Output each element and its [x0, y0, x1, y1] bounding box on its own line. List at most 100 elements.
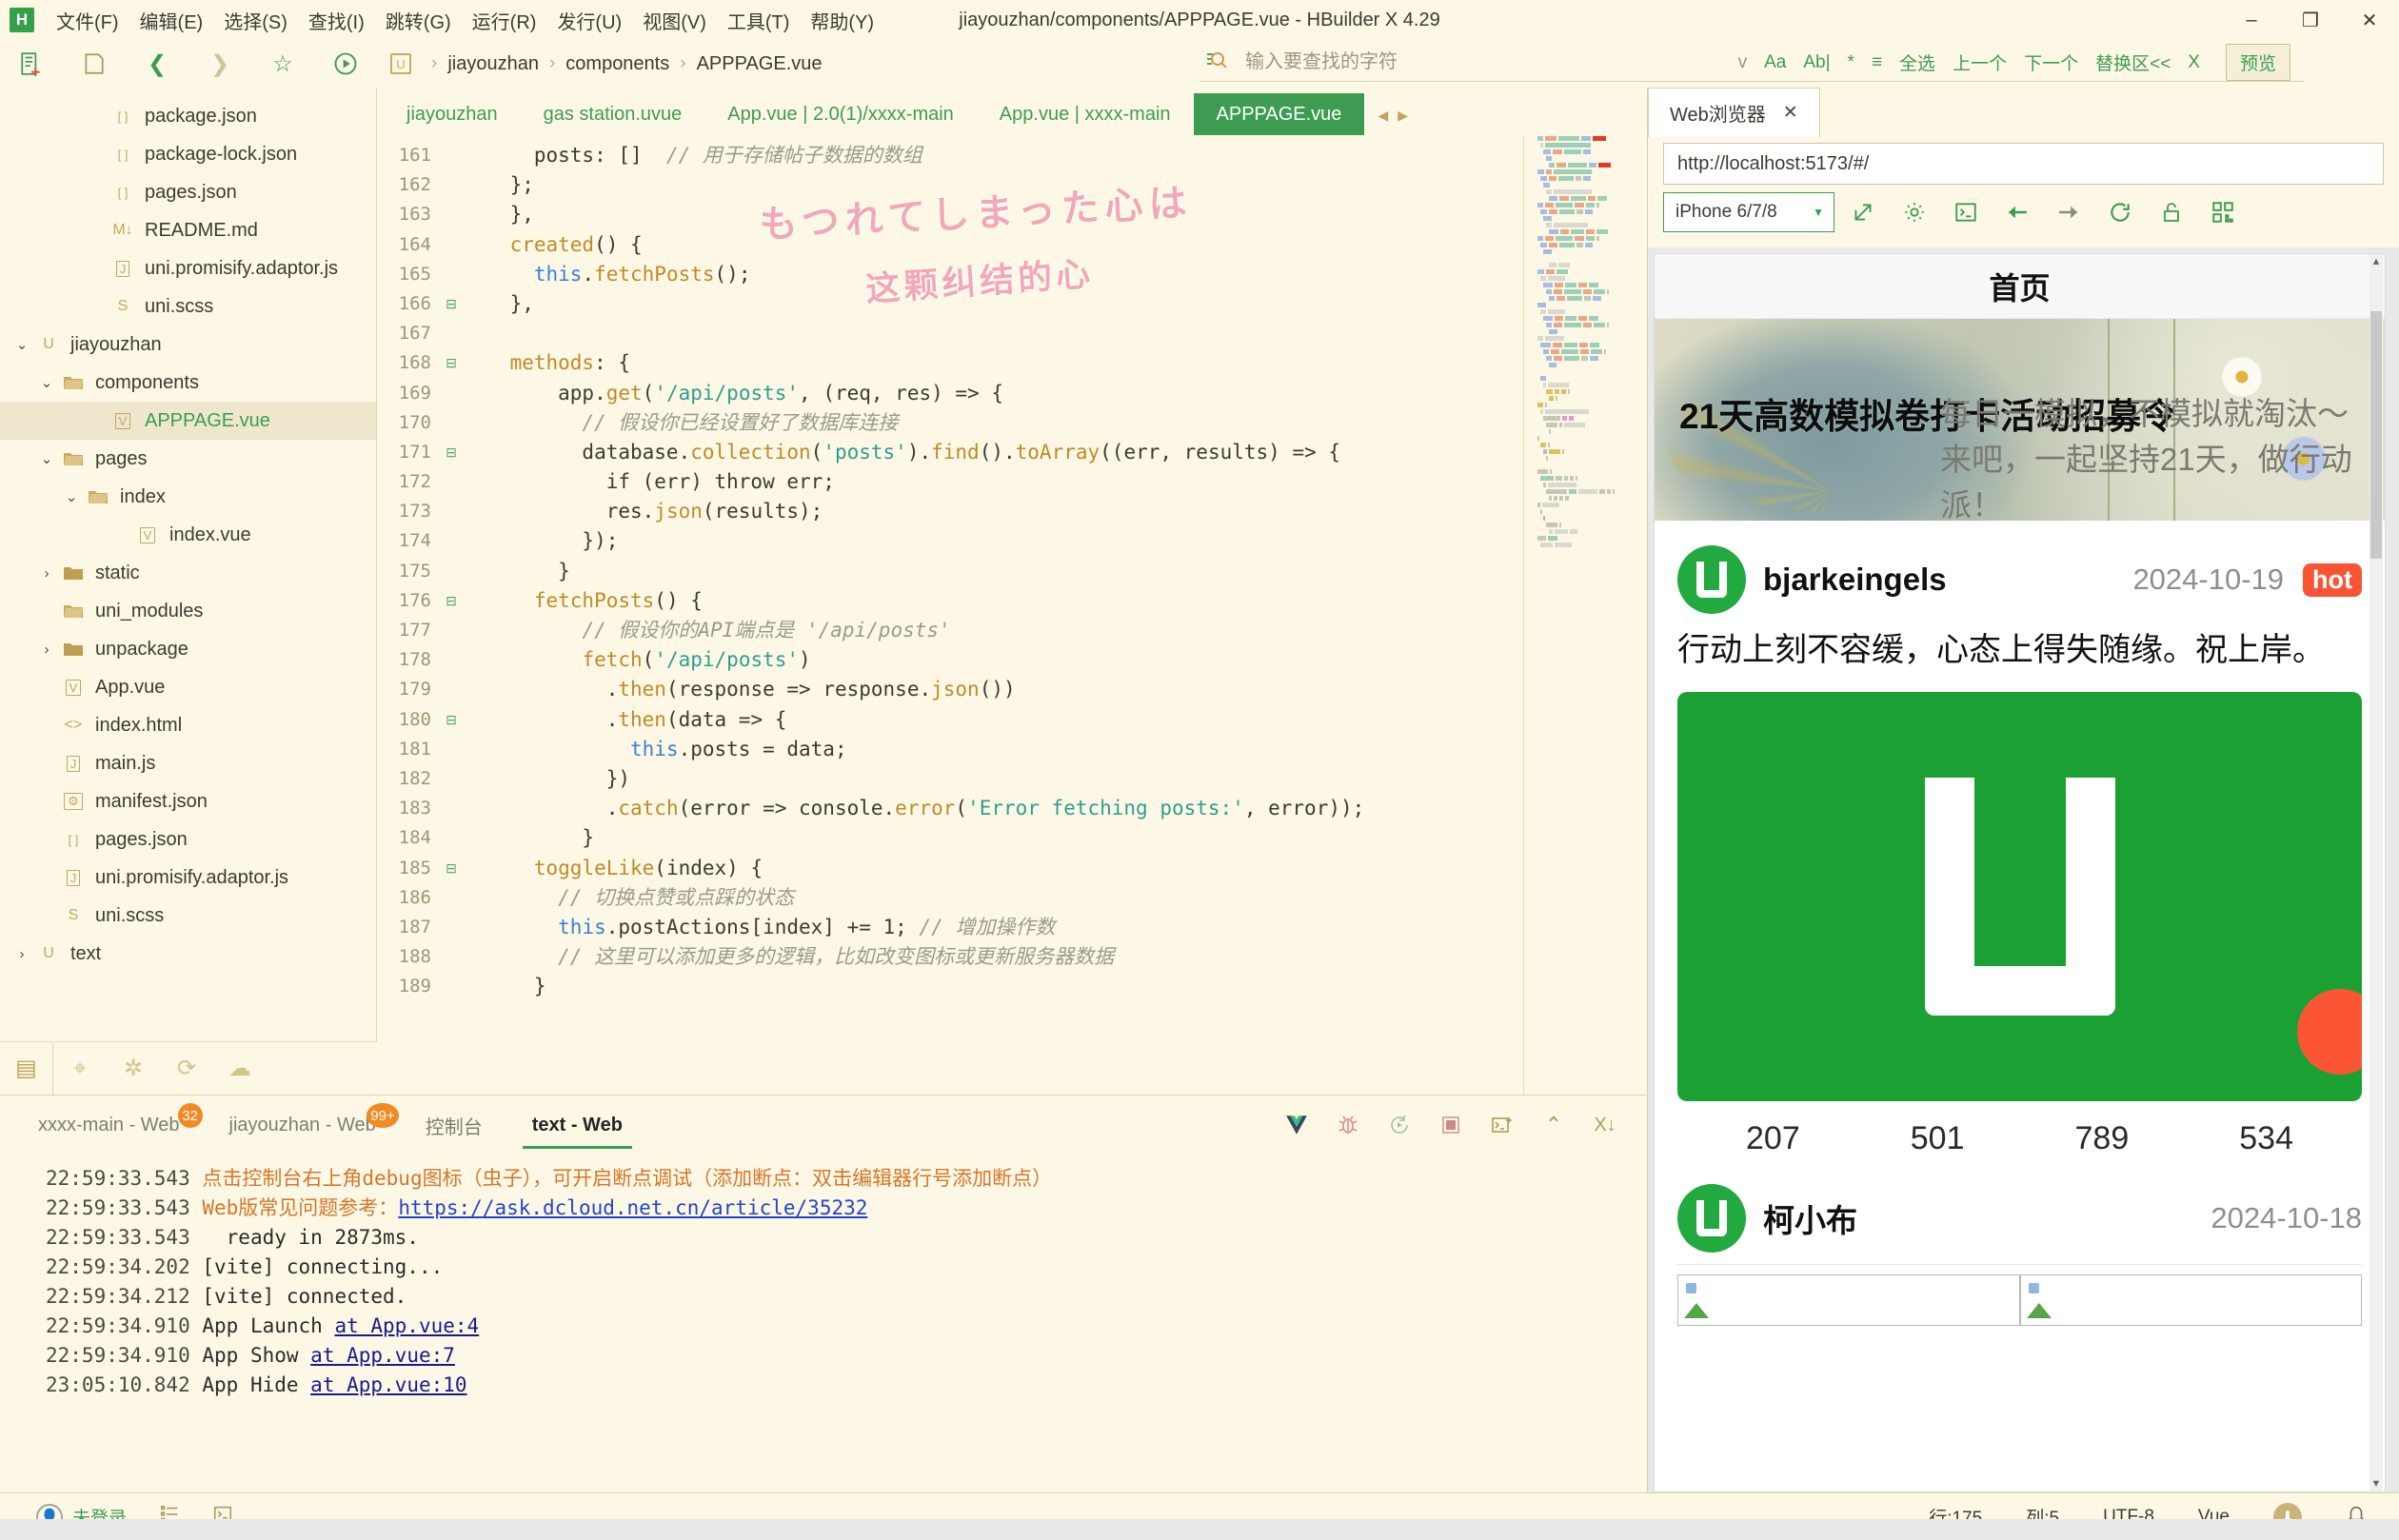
- source-code[interactable]: posts: [] // 用于存储帖子数据的数组 }; }, created()…: [462, 135, 1647, 1095]
- minimap[interactable]: [1523, 135, 1647, 1095]
- chevron-down-icon[interactable]: ⌄: [59, 488, 84, 505]
- fold-toggle-icon[interactable]: ⊟: [441, 438, 462, 467]
- line-number[interactable]: 188: [378, 942, 431, 972]
- code-line[interactable]: fetchPosts() {: [462, 586, 1647, 616]
- banner-image[interactable]: 21天高数模拟卷打卡活动招募令 每日一模拟，不模拟就淘汰～来吧，一起坚持21天，…: [1655, 319, 2385, 521]
- project-manager-tab[interactable]: ▤: [0, 1042, 53, 1095]
- fold-toggle-icon[interactable]: ⊟: [441, 705, 462, 735]
- line-number[interactable]: 189: [378, 972, 431, 1001]
- close-find[interactable]: X: [2179, 50, 2209, 75]
- line-number[interactable]: 169: [378, 379, 431, 408]
- tree-item-uni-modules[interactable]: uni_modules: [0, 592, 376, 630]
- search-tab[interactable]: ⌖: [53, 1043, 107, 1095]
- tree-item-components[interactable]: ⌄ components: [0, 364, 376, 402]
- line-number[interactable]: 174: [378, 526, 431, 556]
- line-number[interactable]: 185: [378, 854, 431, 883]
- code-line[interactable]: if (err) throw err;: [462, 467, 1647, 497]
- editor-tab-3[interactable]: App.vue | xxxx-main: [977, 93, 1194, 135]
- back-arrow-icon[interactable]: [1994, 191, 2040, 233]
- breadcrumb-item-folder[interactable]: components: [565, 53, 669, 75]
- post-item[interactable]: 柯小布 2024-10-18: [1655, 1178, 2385, 1337]
- line-number[interactable]: 184: [378, 823, 431, 853]
- line-number[interactable]: 173: [378, 497, 431, 526]
- code-line[interactable]: });: [462, 526, 1647, 556]
- chevron-right-icon[interactable]: ›: [34, 642, 59, 658]
- tree-item-package-lock-json[interactable]: [ ] package-lock.json: [0, 135, 376, 173]
- code-line[interactable]: // 切换点赞或点踩的状态: [462, 883, 1647, 913]
- tree-item-uni-scss[interactable]: Suni.scss: [0, 287, 376, 326]
- floating-action-button[interactable]: [2297, 989, 2362, 1076]
- find-previous[interactable]: 上一个: [1944, 48, 2015, 77]
- menu-item-4[interactable]: 跳转(G): [375, 4, 462, 37]
- code-line[interactable]: this.posts = data;: [462, 735, 1647, 764]
- tree-item-manifest-json[interactable]: ⚙ manifest.json: [0, 782, 376, 820]
- match-case-toggle[interactable]: Aa: [1755, 50, 1794, 75]
- menu-item-9[interactable]: 帮助(Y): [800, 4, 884, 37]
- line-number[interactable]: 171: [378, 438, 431, 467]
- menu-item-1[interactable]: 编辑(E): [129, 4, 214, 37]
- post-item[interactable]: bjarkeingels 2024-10-19 hot 行动上刻不容缓，心态上得…: [1655, 521, 2385, 1178]
- project-tree-panel[interactable]: [ ] package.json [ ] package-lock.json [ ] pa…: [0, 88, 377, 1095]
- code-line[interactable]: this.fetchPosts();: [462, 260, 1647, 289]
- code-line[interactable]: toggleLike(index) {: [462, 854, 1647, 883]
- code-line[interactable]: posts: [] // 用于存储帖子数据的数组: [462, 141, 1647, 170]
- editor-tab-0[interactable]: jiayouzhan: [384, 93, 521, 135]
- web-browser-tab[interactable]: Web浏览器 ✕: [1648, 88, 1820, 137]
- code-line[interactable]: app.get('/api/posts', (req, res) => {: [462, 379, 1647, 408]
- toggle-replace[interactable]: 替换区<<: [2087, 48, 2179, 77]
- tree-item-pages-json[interactable]: [ ] pages.json: [0, 820, 376, 859]
- line-number[interactable]: 161: [378, 141, 431, 170]
- code-line[interactable]: created() {: [462, 230, 1647, 260]
- scroll-down-icon[interactable]: ▼: [2369, 1476, 2383, 1491]
- menu-item-3[interactable]: 查找(I): [298, 4, 375, 37]
- chevron-right-icon[interactable]: ›: [10, 946, 34, 962]
- fold-toggle-icon[interactable]: ⊟: [441, 289, 462, 319]
- code-line[interactable]: }): [462, 764, 1647, 794]
- code-line[interactable]: .then(data => {: [462, 705, 1647, 735]
- menu-item-6[interactable]: 发行(U): [546, 4, 632, 37]
- code-line[interactable]: methods: {: [462, 348, 1647, 378]
- code-line[interactable]: }: [462, 823, 1647, 853]
- tree-item-pages-json[interactable]: [ ] pages.json: [0, 173, 376, 211]
- avatar[interactable]: [1677, 545, 1746, 614]
- forward-arrow-icon[interactable]: [2046, 191, 2092, 233]
- git-tab[interactable]: ⟳: [160, 1043, 213, 1095]
- log-link[interactable]: at App.vue:4: [334, 1314, 479, 1337]
- line-number[interactable]: 162: [378, 170, 431, 200]
- fold-toggle-icon[interactable]: ⊟: [441, 348, 462, 378]
- code-line[interactable]: res.json(results);: [462, 497, 1647, 526]
- clear-icon[interactable]: X↓: [1586, 1106, 1624, 1144]
- tree-item-unpackage[interactable]: › unpackage: [0, 630, 376, 668]
- line-number[interactable]: 164: [378, 230, 431, 260]
- tree-item-apppage-vue[interactable]: V APPPAGE.vue: [0, 402, 376, 440]
- tree-item-index-html[interactable]: <> index.html: [0, 706, 376, 744]
- preview-button[interactable]: 预览: [2225, 44, 2290, 81]
- qrcode-icon[interactable]: [2200, 191, 2246, 233]
- save-icon[interactable]: [72, 45, 116, 83]
- console-tab-1[interactable]: jiayouzhan - Web 99+: [205, 1096, 401, 1155]
- open-external-icon[interactable]: [1840, 191, 1886, 233]
- console-log[interactable]: 22:59:33.543 点击控制台右上角debug图标（虫子），可开启断点调试…: [0, 1155, 1647, 1492]
- fold-gutter[interactable]: ⊟ ⊟ ⊟ ⊟ ⊟ ⊟: [441, 135, 462, 1095]
- log-link[interactable]: https://ask.dcloud.net.cn/article/35232: [398, 1196, 867, 1219]
- code-line[interactable]: .then(response => response.json()): [462, 675, 1647, 704]
- tree-item-pages[interactable]: ⌄ pages: [0, 440, 376, 478]
- fold-toggle-icon[interactable]: ⊟: [441, 854, 462, 883]
- log-link[interactable]: at App.vue:10: [310, 1373, 466, 1396]
- breadcrumb-item-file[interactable]: APPPAGE.vue: [697, 53, 823, 75]
- minimize-button[interactable]: –: [2222, 0, 2281, 40]
- menu-item-5[interactable]: 运行(R): [462, 4, 547, 37]
- code-line[interactable]: .catch(error => console.error('Error fet…: [462, 794, 1647, 823]
- post-image[interactable]: [1677, 692, 2362, 1102]
- chevron-down-icon[interactable]: ⌄: [10, 336, 34, 353]
- line-number[interactable]: 183: [378, 794, 431, 823]
- line-number[interactable]: 176: [378, 586, 431, 616]
- breadcrumb-item-project[interactable]: jiayouzhan: [447, 53, 539, 75]
- tree-item-jiayouzhan[interactable]: ⌄ Ujiayouzhan: [0, 326, 376, 364]
- code-line[interactable]: database.collection('posts').find().toAr…: [462, 438, 1647, 467]
- code-line[interactable]: },: [462, 200, 1647, 229]
- editor-tab-2[interactable]: App.vue | 2.0(1)/xxxx-main: [704, 93, 977, 135]
- select-all-matches[interactable]: 全选: [1891, 48, 1944, 77]
- tree-item-readme-md[interactable]: M↓ README.md: [0, 211, 376, 249]
- tree-item-text[interactable]: › Utext: [0, 935, 376, 973]
